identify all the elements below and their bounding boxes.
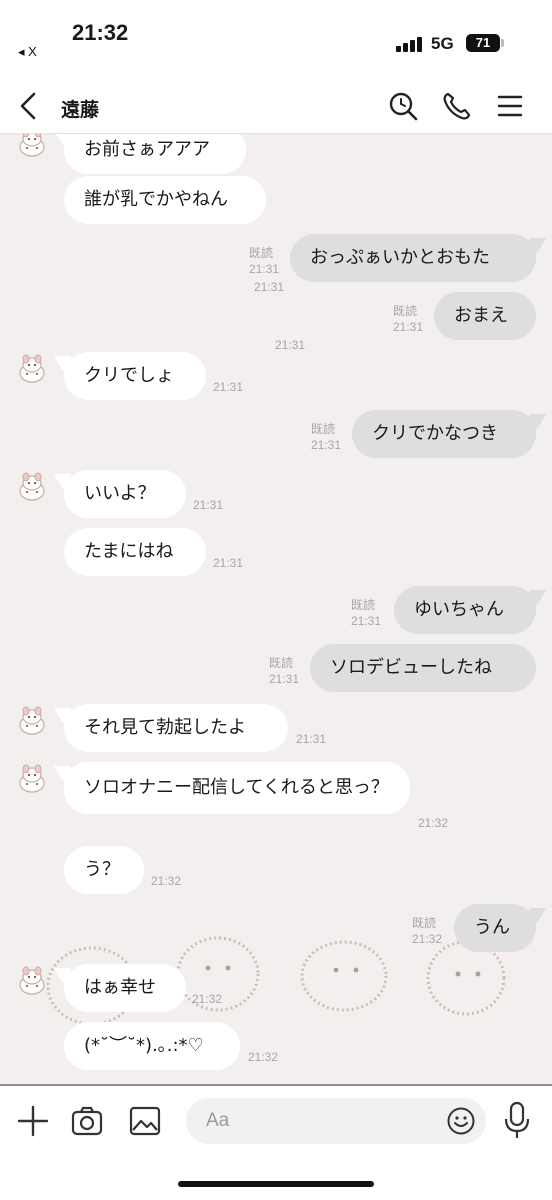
avatar[interactable] (17, 966, 47, 996)
message-timestamp: 21:31 (269, 672, 300, 686)
message-bubble[interactable]: クリでかなつき (352, 410, 536, 458)
message-bubble[interactable]: はぁ幸せ (64, 964, 186, 1012)
battery-tip (501, 39, 504, 47)
network-type: 5G (431, 34, 454, 53)
message-timestamp: 21:31 (296, 732, 327, 746)
message-bubble[interactable]: うん (454, 904, 536, 952)
home-indicator (178, 1181, 374, 1187)
status-bar: 21:32 ◂ X 5G 71 (0, 0, 552, 78)
chat-area[interactable]: お前さぁアアア 21:31 誰が乳でかやねん 21:31 おっぷぁいかとおもた 既読 21:… (0, 134, 552, 1084)
mic-icon[interactable] (502, 1100, 532, 1140)
search-icon[interactable] (387, 90, 419, 122)
message-bubble[interactable]: それ見て勃起したよ (64, 704, 288, 752)
message-bubble[interactable]: 誰が乳でかやねん (64, 176, 266, 224)
message-bubble[interactable]: ソロデビューしたね (310, 644, 536, 692)
message-timestamp: 21:31 (249, 262, 280, 276)
page-title: 遠藤 (61, 99, 100, 121)
message-bubble[interactable]: おっぷぁいかとおもた (290, 234, 536, 282)
phone-icon[interactable] (441, 90, 473, 122)
image-icon[interactable] (128, 1104, 162, 1138)
message-timestamp: 21:31 (213, 556, 244, 570)
message-timestamp: 21:32 (151, 874, 182, 888)
message-input-field[interactable] (186, 1098, 486, 1144)
read-receipt: 既読 (393, 304, 418, 318)
message-bubble[interactable]: お前さぁアアア (64, 134, 246, 174)
message-bubble[interactable]: う？ (64, 846, 144, 894)
menu-icon[interactable] (494, 90, 526, 122)
avatar[interactable] (17, 706, 47, 736)
avatar[interactable] (17, 134, 47, 158)
message-timestamp: 21:32 (412, 932, 443, 946)
read-receipt: 既読 (249, 246, 274, 260)
message-timestamp: 21:31 (254, 280, 285, 294)
avatar[interactable] (17, 764, 47, 794)
message-timestamp: 21:31 (193, 498, 224, 512)
plus-icon[interactable] (16, 1104, 50, 1138)
message-timestamp: 21:32 (248, 1050, 279, 1064)
avatar[interactable] (17, 472, 47, 502)
status-time: 21:32 (72, 20, 129, 45)
message-bubble[interactable]: たまにはね (64, 528, 206, 576)
read-receipt: 既読 (311, 422, 336, 436)
chat-header: 遠藤 (0, 78, 552, 134)
message-timestamp: 21:32 (418, 816, 449, 830)
battery-level: 71 (475, 35, 491, 50)
message-bubble[interactable]: クリでしょ (64, 352, 206, 400)
camera-icon[interactable] (70, 1104, 104, 1138)
read-receipt: 既読 (351, 598, 376, 612)
message-timestamp: 21:31 (213, 380, 244, 394)
battery-icon: 71 (466, 34, 500, 52)
read-receipt: 既読 (269, 656, 294, 670)
message-timestamp: 21:31 (311, 438, 342, 452)
message-bubble[interactable]: ソロオナニー配信してくれると思っ？ (64, 762, 410, 814)
emoji-icon[interactable] (446, 1106, 476, 1136)
message-bubble[interactable]: ゆいちゃん (394, 586, 536, 634)
avatar[interactable] (17, 354, 47, 384)
message-bubble[interactable]: (*˘︶˘*).｡.:*♡ (64, 1022, 240, 1070)
message-timestamp: 21:32 (192, 992, 223, 1006)
message-timestamp: 21:31 (275, 338, 306, 352)
back-icon[interactable] (14, 90, 42, 122)
message-timestamp: 21:31 (351, 614, 382, 628)
message-timestamp: 21:31 (393, 320, 424, 334)
message-bubble[interactable]: いいよ？ (64, 470, 186, 518)
back-to-app-link[interactable]: ◂ X (18, 44, 37, 60)
message-bubble[interactable]: おまえ (434, 292, 536, 340)
read-receipt: 既読 (412, 916, 437, 930)
message-input[interactable] (206, 1108, 426, 1134)
signal-icon (396, 36, 424, 52)
